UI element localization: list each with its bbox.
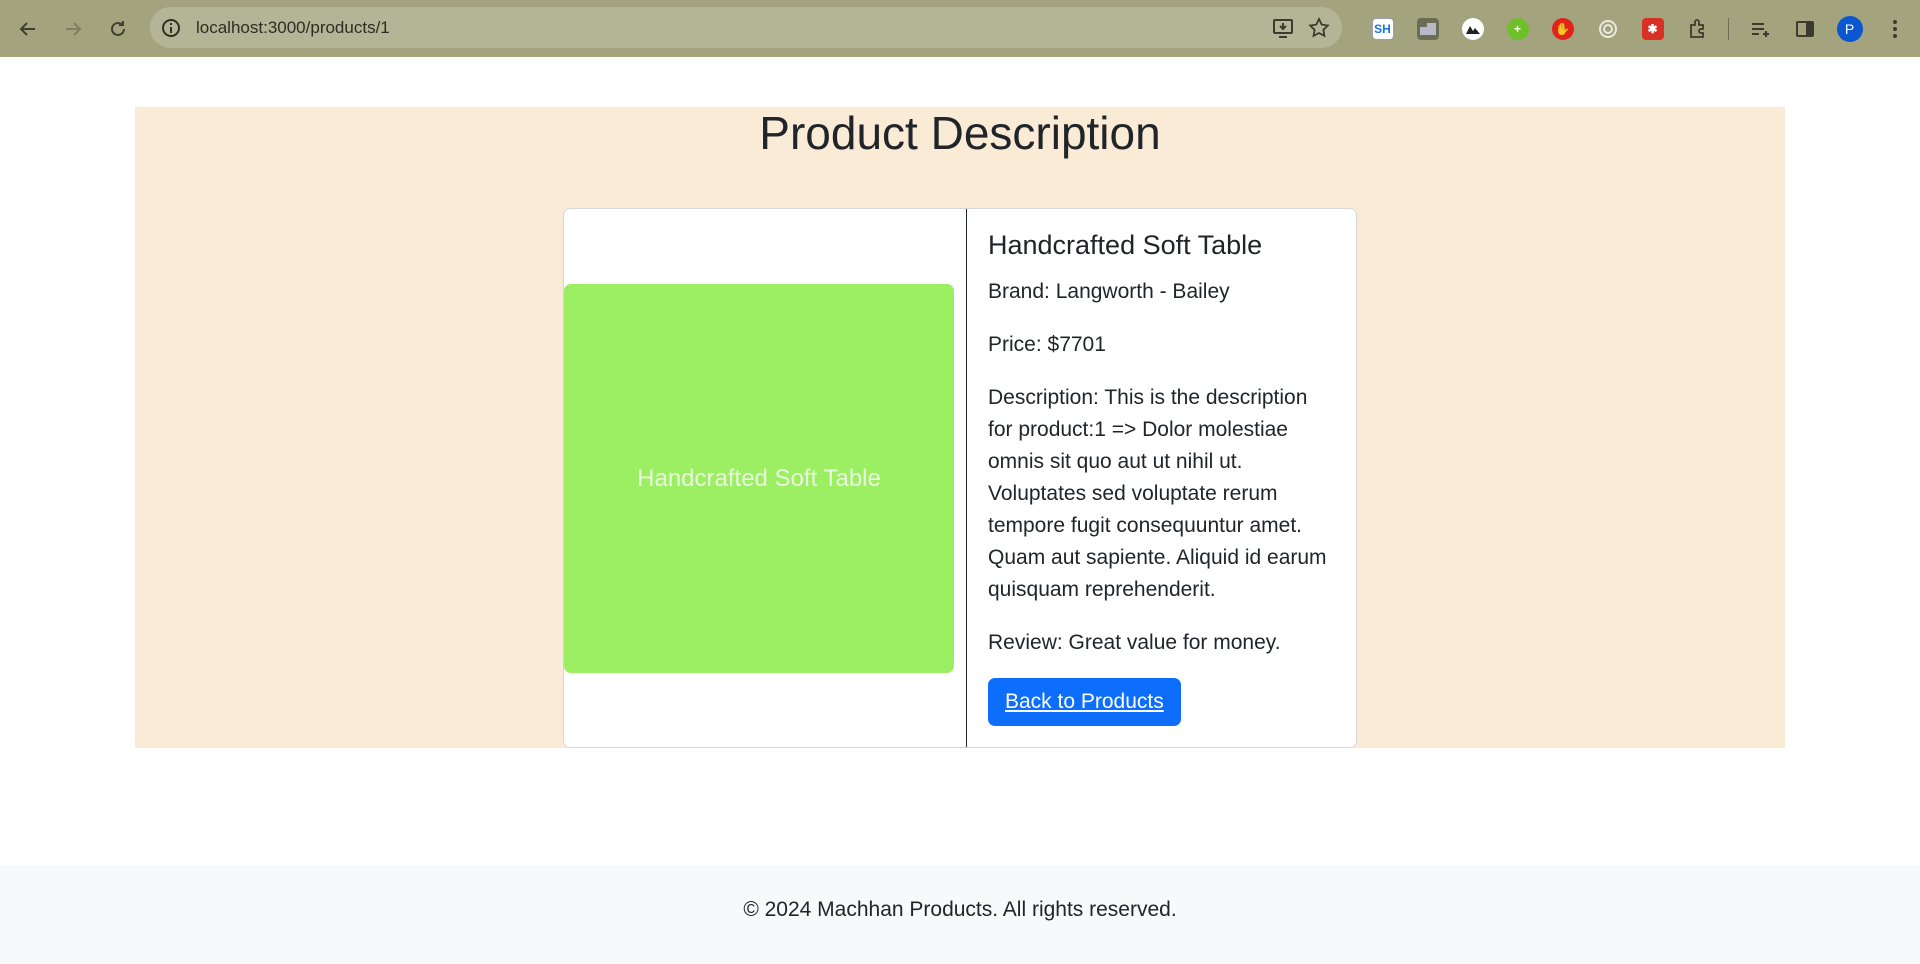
nav-buttons	[5, 6, 140, 51]
product-price: Price: $7701	[988, 333, 1106, 356]
product-card: Handcrafted Soft Table Handcrafted Soft …	[563, 208, 1357, 748]
side-panel-icon[interactable]	[1782, 6, 1827, 51]
footer: © 2024 Machhan Products. All rights rese…	[0, 865, 1920, 964]
footer-text: © 2024 Machhan Products. All rights rese…	[743, 897, 1177, 921]
omnibox-actions	[1272, 7, 1330, 48]
target-extension-icon[interactable]	[1585, 6, 1630, 51]
product-description: Description: This is the description for…	[988, 386, 1327, 601]
browser-toolbar: localhost:3000/products/1 SH + ✋ ✱ P	[0, 0, 1920, 57]
toolbar-separator	[1728, 17, 1729, 40]
address-bar[interactable]: localhost:3000/products/1	[150, 7, 1342, 48]
url-text[interactable]: localhost:3000/products/1	[196, 18, 390, 38]
sh-extension-icon[interactable]: SH	[1360, 6, 1405, 51]
tab-manager-extension-icon[interactable]	[1405, 6, 1450, 51]
back-to-products-button[interactable]: Back to Products	[988, 678, 1181, 726]
adblock-extension-icon[interactable]: ✋	[1540, 6, 1585, 51]
page-title: Product Description	[759, 107, 1161, 159]
reload-icon[interactable]	[95, 6, 140, 51]
product-brand: Brand: Langworth - Bailey	[988, 280, 1230, 303]
extensions-puzzle-icon[interactable]	[1675, 6, 1720, 51]
mountain-extension-icon[interactable]	[1450, 6, 1495, 51]
reading-list-icon[interactable]	[1737, 6, 1782, 51]
bookmark-star-icon[interactable]	[1308, 16, 1330, 39]
product-image: Handcrafted Soft Table	[564, 284, 954, 673]
product-image-text: Handcrafted Soft Table	[637, 464, 881, 492]
back-icon[interactable]	[5, 6, 50, 51]
site-info-icon[interactable]	[160, 17, 182, 39]
profile-avatar[interactable]: P	[1827, 6, 1872, 51]
product-name: Handcrafted Soft Table	[988, 230, 1263, 260]
product-image-column: Handcrafted Soft Table	[564, 209, 967, 747]
install-app-icon[interactable]	[1272, 17, 1294, 39]
extensions-bar: SH + ✋ ✱ P	[1360, 0, 1917, 57]
forward-icon[interactable]	[50, 6, 95, 51]
profile-initial: P	[1836, 15, 1863, 42]
puzzle-red-extension-icon[interactable]: ✱	[1630, 6, 1675, 51]
product-details: Handcrafted Soft Table Brand: Langworth …	[967, 209, 1356, 747]
green-plus-extension-icon[interactable]: +	[1495, 6, 1540, 51]
browser-menu-icon[interactable]	[1872, 6, 1917, 51]
product-review: Review: Great value for money.	[988, 631, 1281, 654]
